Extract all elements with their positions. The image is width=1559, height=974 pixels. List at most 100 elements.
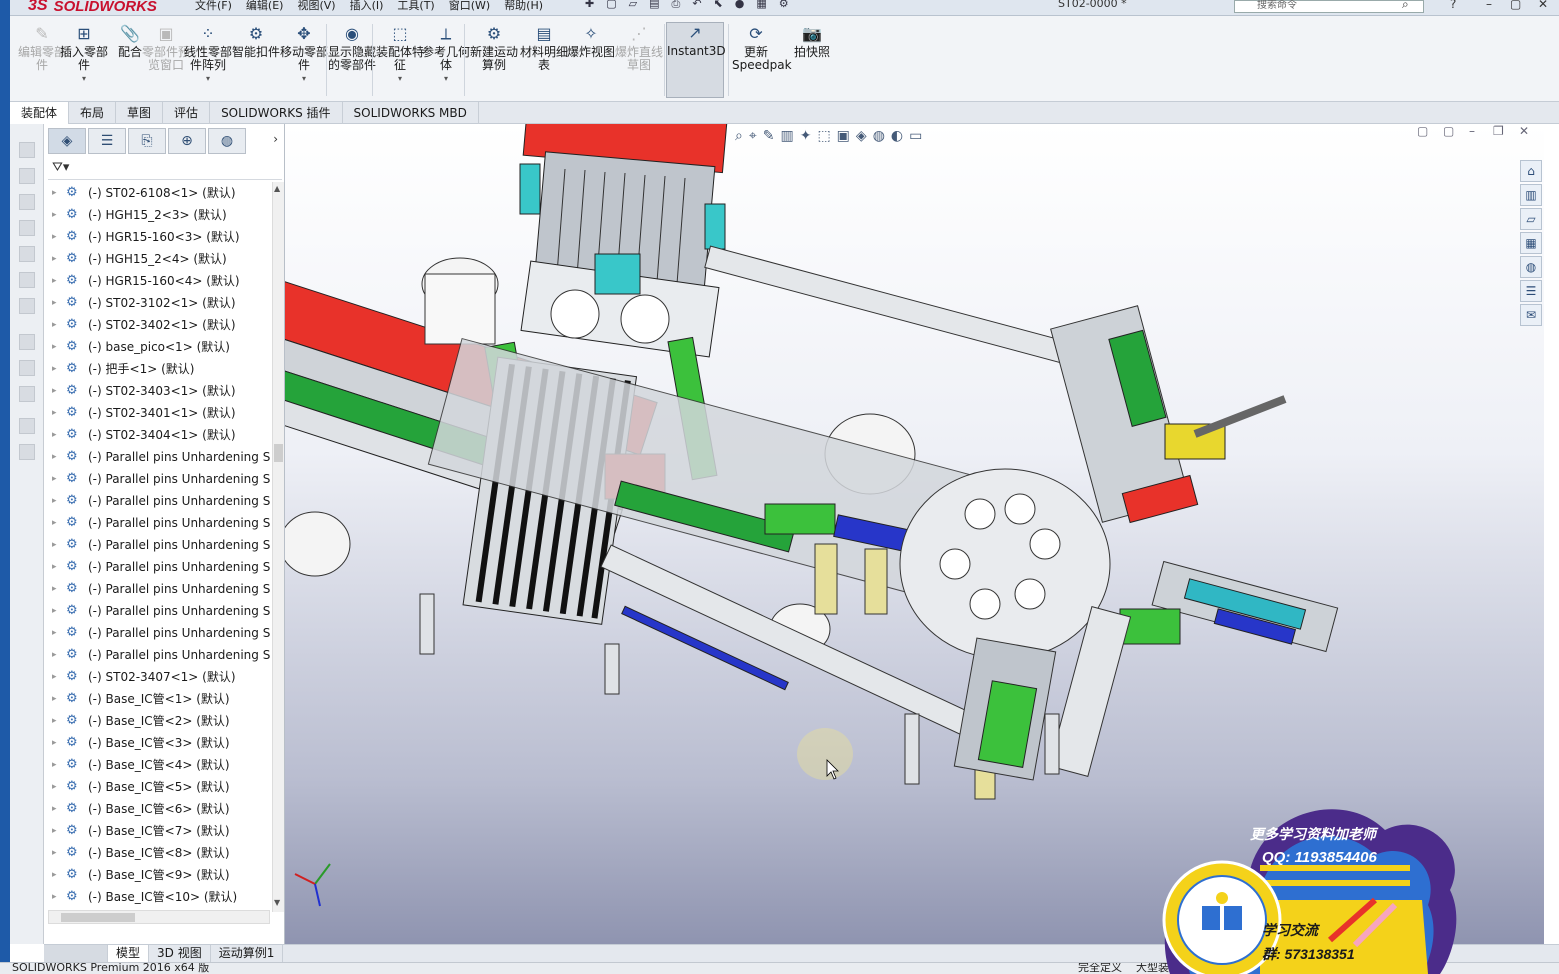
show-hidden-button[interactable]: ◉ 显示隐藏的零部件 <box>328 24 376 72</box>
section-view-icon[interactable]: ▥ <box>780 128 793 144</box>
tree-item[interactable]: ▸ ⚙ (-) Parallel pins Unhardening S <box>44 600 270 622</box>
tree-item[interactable]: ▸ ⚙ (-) Base_IC管<8> (默认) <box>44 842 270 864</box>
bom-button[interactable]: ▤ 材料明细表 <box>520 24 568 72</box>
expand-arrow-icon[interactable]: ▸ <box>52 380 57 402</box>
view-settings-icon[interactable]: ▭ <box>909 128 922 144</box>
expand-arrow-icon[interactable]: ▸ <box>52 512 57 534</box>
previous-view-icon[interactable]: ✎ <box>763 128 775 144</box>
expand-arrow-icon[interactable]: ▸ <box>52 886 57 908</box>
tree-item[interactable]: ▸ ⚙ (-) Base_IC管<1> (默认) <box>44 688 270 710</box>
expand-arrow-icon[interactable]: ▸ <box>52 204 57 226</box>
rebuild-icon[interactable]: ● <box>735 0 745 11</box>
propertymanager-icon[interactable]: ☰ <box>88 128 126 154</box>
menu-item-4[interactable]: 工具(T) <box>397 0 434 13</box>
expand-arrow-icon[interactable]: ▸ <box>52 336 57 358</box>
dropdown-caret-icon[interactable]: ▾ <box>376 72 424 85</box>
tree-item[interactable]: ▸ ⚙ (-) ST02-3404<1> (默认) <box>44 424 270 446</box>
left-toolbar-tool-icon[interactable] <box>19 246 35 262</box>
bottom-tab-1[interactable]: 3D 视图 <box>149 945 211 962</box>
snapshot-button[interactable]: 📷 拍快照 <box>788 24 836 59</box>
tree-item[interactable]: ▸ ⚙ (-) ST02-3102<1> (默认) <box>44 292 270 314</box>
expand-arrow-icon[interactable]: ▸ <box>52 732 57 754</box>
tab-4[interactable]: SOLIDWORKS 插件 <box>210 102 343 124</box>
tree-item[interactable]: ▸ ⚙ (-) Parallel pins Unhardening S <box>44 446 270 468</box>
tree-item[interactable]: ▸ ⚙ (-) base_pico<1> (默认) <box>44 336 270 358</box>
instant3d-button[interactable]: ↗ Instant3D <box>666 22 726 98</box>
expand-arrow-icon[interactable]: ▸ <box>52 270 57 292</box>
tab-5[interactable]: SOLIDWORKS MBD <box>343 102 479 124</box>
left-toolbar-tool-icon[interactable] <box>19 272 35 288</box>
tree-item[interactable]: ▸ ⚙ (-) Parallel pins Unhardening S <box>44 534 270 556</box>
search-commands-input[interactable]: 搜索命令 <box>1234 0 1424 13</box>
expand-arrow-icon[interactable]: ▸ <box>52 688 57 710</box>
expand-arrow-icon[interactable]: ▸ <box>52 402 57 424</box>
left-toolbar-tool-icon[interactable] <box>19 386 35 402</box>
dimxpert-icon[interactable]: ⊕ <box>168 128 206 154</box>
left-toolbar-tool-icon[interactable] <box>19 444 35 460</box>
tree-filter[interactable]: ⛛▾ <box>48 160 282 180</box>
minimize-icon[interactable]: – <box>1486 0 1492 11</box>
dropdown-caret-icon[interactable]: ▾ <box>422 72 470 85</box>
pin-icon[interactable]: ✚ <box>585 0 594 11</box>
linear-pattern-button[interactable]: ⁘ 线性零部件阵列 ▾ <box>184 24 232 85</box>
tree-item[interactable]: ▸ ⚙ (-) ST02-6108<1> (默认) <box>44 182 270 204</box>
featuremanager-icon[interactable]: ◈ <box>48 128 86 154</box>
open-document-icon[interactable]: ▱ <box>629 0 637 11</box>
display-manager-icon[interactable]: ◍ <box>208 128 246 154</box>
speedpak-button[interactable]: ⟳ 更新Speedpak <box>732 24 792 72</box>
tab-2[interactable]: 草图 <box>116 102 164 124</box>
tree-item[interactable]: ▸ ⚙ (-) Parallel pins Unhardening S <box>44 644 270 666</box>
maximize-icon[interactable]: ▢ <box>1510 0 1521 11</box>
solidworks-logo[interactable]: 3S SOLIDWORKS <box>28 0 157 15</box>
tree-item[interactable]: ▸ ⚙ (-) Parallel pins Unhardening S <box>44 512 270 534</box>
expand-arrow-icon[interactable]: ▸ <box>52 644 57 666</box>
scroll-down-icon[interactable]: ▼ <box>274 898 280 907</box>
tree-item[interactable]: ▸ ⚙ (-) 把手<1> (默认) <box>44 358 270 380</box>
tree-item[interactable]: ▸ ⚙ (-) Base_IC管<9> (默认) <box>44 864 270 886</box>
explode-line-sketch-button[interactable]: ⋰ 爆炸直线草图 <box>615 24 663 72</box>
filter-icon[interactable]: ⛛▾ <box>52 160 69 175</box>
tab-1[interactable]: 布局 <box>69 102 117 124</box>
left-toolbar-tool-icon[interactable] <box>19 142 35 158</box>
tree-item[interactable]: ▸ ⚙ (-) Parallel pins Unhardening S <box>44 622 270 644</box>
expand-arrow-icon[interactable]: ▸ <box>52 578 57 600</box>
design-library-icon[interactable]: ▥ <box>1520 184 1542 206</box>
left-toolbar-tool-icon[interactable] <box>19 168 35 184</box>
menu-item-3[interactable]: 插入(I) <box>350 0 384 13</box>
new-document-icon[interactable]: ▢ <box>606 0 616 11</box>
assembly-feature-button[interactable]: ⬚ 装配体特征 ▾ <box>376 24 424 85</box>
expand-arrow-icon[interactable]: ▸ <box>52 182 57 204</box>
hide-show-items-icon[interactable]: ◈ <box>856 128 867 144</box>
tree-item[interactable]: ▸ ⚙ (-) Base_IC管<3> (默认) <box>44 732 270 754</box>
scroll-thumb[interactable] <box>274 444 283 462</box>
tree-item[interactable]: ▸ ⚙ (-) Parallel pins Unhardening S <box>44 490 270 512</box>
left-toolbar-tool-icon[interactable] <box>19 334 35 350</box>
appearances-icon[interactable]: ◍ <box>1520 256 1542 278</box>
exploded-view-button[interactable]: ✧ 爆炸视图 <box>567 24 615 59</box>
expand-arrow-icon[interactable]: ▸ <box>52 292 57 314</box>
custom-properties-icon[interactable]: ☰ <box>1520 280 1542 302</box>
tree-item[interactable]: ▸ ⚙ (-) Base_IC管<2> (默认) <box>44 710 270 732</box>
expand-arrow-icon[interactable]: ▸ <box>52 666 57 688</box>
tree-item[interactable]: ▸ ⚙ (-) HGR15-160<4> (默认) <box>44 270 270 292</box>
undo-icon[interactable]: ↶ <box>692 0 701 11</box>
expand-arrow-icon[interactable]: ▸ <box>52 754 57 776</box>
viewport-close-icon[interactable]: ✕ <box>1519 124 1529 138</box>
tree-item[interactable]: ▸ ⚙ (-) Base_IC管<4> (默认) <box>44 754 270 776</box>
bottom-tab-0[interactable]: 模型 <box>108 945 150 962</box>
tree-item[interactable]: ▸ ⚙ (-) ST02-3407<1> (默认) <box>44 666 270 688</box>
search-icon[interactable]: ⌕ <box>1402 0 1409 12</box>
dropdown-caret-icon[interactable]: ▾ <box>280 72 328 85</box>
file-properties-icon[interactable]: ▦ <box>756 0 766 11</box>
print-icon[interactable]: ⎙ <box>672 0 681 11</box>
select-icon[interactable]: ⬉ <box>714 0 723 11</box>
edit-component-button[interactable]: ✎ 编辑零部件 <box>18 24 66 72</box>
edit-appearance-icon[interactable]: ◍ <box>873 128 885 144</box>
tree-item[interactable]: ▸ ⚙ (-) HGH15_2<4> (默认) <box>44 248 270 270</box>
move-component-button[interactable]: ✥ 移动零部件 ▾ <box>280 24 328 85</box>
dynamic-annotation-icon[interactable]: ✦ <box>800 128 812 144</box>
tree-item[interactable]: ▸ ⚙ (-) ST02-3401<1> (默认) <box>44 402 270 424</box>
close-icon[interactable]: ✕ <box>1538 0 1548 11</box>
tab-3[interactable]: 评估 <box>163 102 211 124</box>
tree-item[interactable]: ▸ ⚙ (-) HGR15-160<3> (默认) <box>44 226 270 248</box>
